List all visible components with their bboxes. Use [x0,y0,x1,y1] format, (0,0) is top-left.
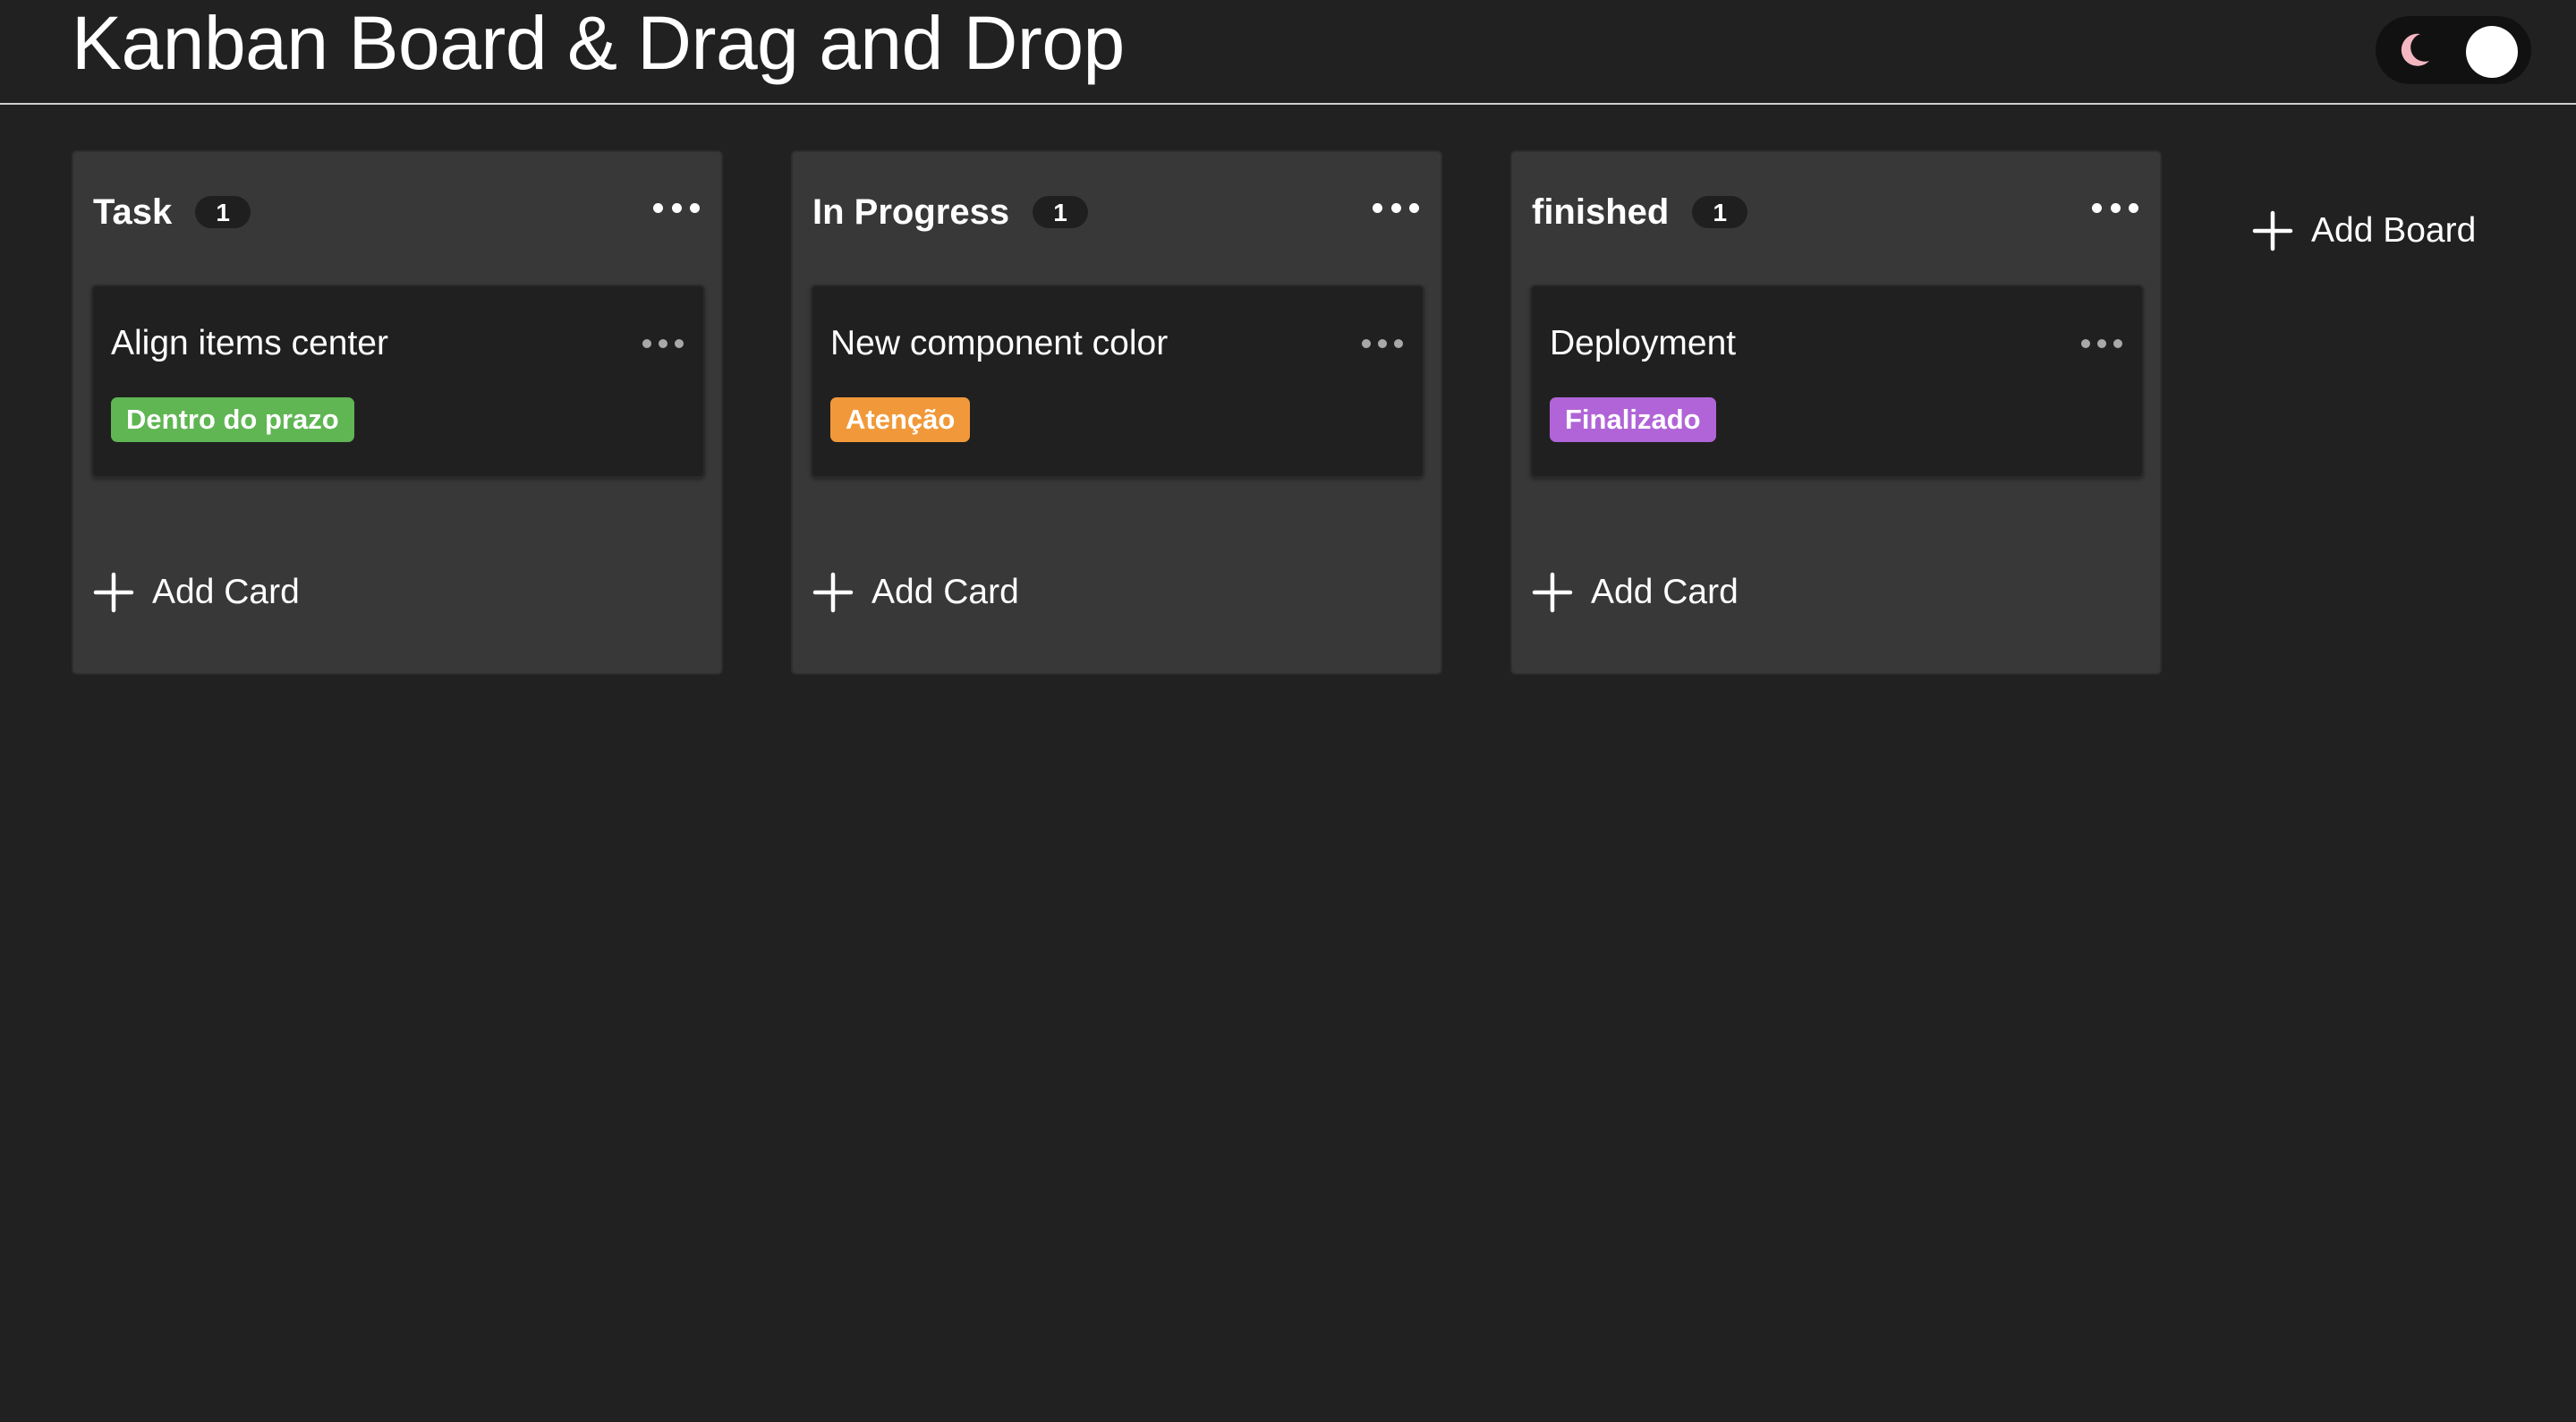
more-dots-icon [659,339,667,348]
board-title: In Progress 1 [812,190,1089,234]
plus-icon [2252,210,2293,251]
more-dots-icon [2092,202,2102,213]
more-dots-icon [2097,339,2106,348]
board-title: finished 1 [1532,190,1748,234]
add-card-button[interactable]: Add Card [812,566,1019,619]
add-card-label: Add Card [152,573,300,611]
more-dots-icon [690,202,700,213]
more-dots-icon [2129,202,2138,213]
board-header: Task 1 [73,152,721,268]
board-menu-button[interactable] [1373,197,1419,218]
add-card-button[interactable]: Add Card [93,566,300,619]
board-card-count: 1 [1033,196,1089,228]
board-in-progress[interactable]: In Progress 1 New component color Atençã… [791,150,1442,675]
card-tag: Dentro do prazo [111,397,354,442]
boards-container: Task 1 Align items center Dentro do praz… [0,0,2576,1422]
card-menu-button[interactable] [2081,336,2122,351]
more-dots-icon [1394,339,1403,348]
add-board-label: Add Board [2311,211,2477,250]
add-card-label: Add Card [871,573,1019,611]
board-title-label: finished [1532,192,1670,232]
plus-icon [812,572,854,613]
board-card-count: 1 [195,196,251,228]
card-menu-button[interactable] [642,336,684,351]
more-dots-icon [1378,339,1387,348]
card[interactable]: New component color Atenção [811,285,1424,478]
card-tag: Finalizado [1550,397,1716,442]
card[interactable]: Align items center Dentro do prazo [91,285,705,478]
more-dots-icon [642,339,651,348]
card-title: Deployment [1550,324,1737,362]
board-menu-button[interactable] [653,197,700,218]
more-dots-icon [653,202,663,213]
board-title-label: In Progress [812,192,1010,232]
board-header: finished 1 [1512,152,2160,268]
more-dots-icon [675,339,684,348]
more-dots-icon [2081,339,2090,348]
add-board-button[interactable]: Add Board [2252,204,2476,258]
more-dots-icon [1390,202,1401,213]
add-card-button[interactable]: Add Card [1532,566,1739,619]
card-title: Align items center [111,324,388,362]
add-card-label: Add Card [1591,573,1739,611]
card[interactable]: Deployment Finalizado [1530,285,2144,478]
kanban-app: Kanban Board & Drag and Drop Task 1 Alig… [0,0,2576,1422]
board-finished[interactable]: finished 1 Deployment Finalizado Add Car… [1510,150,2162,675]
plus-icon [1532,572,1573,613]
board-menu-button[interactable] [2092,197,2138,218]
more-dots-icon [1373,202,1382,213]
board-title: Task 1 [93,190,251,234]
more-dots-icon [671,202,682,213]
card-title: New component color [830,324,1169,362]
more-dots-icon [1409,202,1419,213]
board-title-label: Task [93,192,173,232]
board-header: In Progress 1 [793,152,1441,268]
board-card-count: 1 [1692,196,1748,228]
plus-icon [93,572,134,613]
more-dots-icon [2110,202,2121,213]
card-tag: Atenção [830,397,971,442]
board-task[interactable]: Task 1 Align items center Dentro do praz… [72,150,723,675]
card-menu-button[interactable] [1362,336,1403,351]
more-dots-icon [2113,339,2122,348]
more-dots-icon [1362,339,1371,348]
